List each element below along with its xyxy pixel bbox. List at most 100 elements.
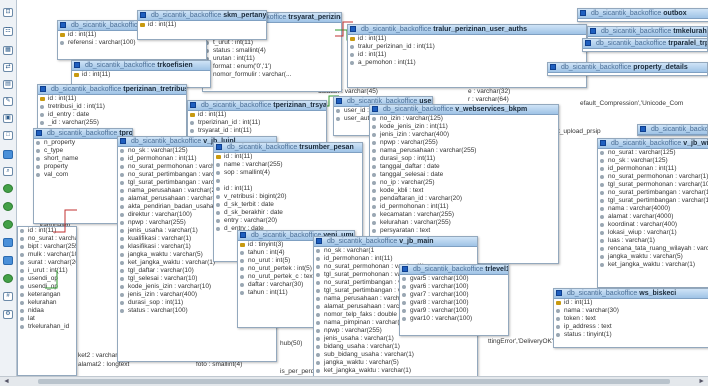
column-row[interactable]: sub_bidang_usaha : varchar(1)	[314, 351, 477, 359]
column-row[interactable]: ket_jangka_waktu : varchar(1)	[598, 261, 708, 269]
column-row[interactable]: no_sk : varchar(1	[314, 247, 477, 255]
column-row[interactable]: v_retribusi : bigint(20)	[214, 193, 362, 201]
table-select-icon[interactable]	[372, 106, 378, 112]
column-row[interactable]: usendi_op	[18, 275, 76, 283]
table-select-icon[interactable]	[216, 144, 222, 150]
table-select-icon[interactable]	[585, 40, 591, 46]
table-select-icon[interactable]	[60, 22, 66, 28]
table-header[interactable]: db_sicantik_backoffice outbox	[578, 9, 708, 19]
column-row[interactable]: id : int(11)	[214, 153, 362, 161]
table-header[interactable]: db_sicantik_backoffice v_jb_main	[314, 237, 477, 247]
column-row[interactable]: mulk : varchar(10)	[18, 251, 76, 259]
shape-icon[interactable]: □	[3, 131, 13, 140]
table-v-jb-wiwp[interactable]: db_sicantik_backoffice v_jb_wiwpno_surat…	[597, 138, 708, 288]
table-skm-pertanyaan[interactable]: db_sicantik_backoffice skm_pertanyaanid …	[137, 10, 267, 40]
column-row[interactable]: jenis_usaha : varchar(1)	[314, 335, 477, 343]
column-row[interactable]: jangka_waktu : varchar(5)	[314, 359, 477, 367]
table-header[interactable]: db_sicantik_backoffice tperizinan_trsyar…	[188, 101, 326, 111]
table-ws-biskeci[interactable]: db_sicantik_backoffice ws_biskeci id : in…	[553, 288, 708, 348]
column-row[interactable]: persyaratan : text	[370, 227, 558, 235]
column-row[interactable]: no_izin : varchar(125)	[370, 115, 558, 123]
column-row[interactable]: nidaa	[18, 307, 76, 315]
column-row[interactable]: bidang_usaha : varchar(1)	[314, 343, 477, 351]
column-row[interactable]: tralur_perizinan_id : int(11)	[348, 43, 586, 51]
table-header[interactable]: db_sicantik_backoffice tralur_perizinan_…	[348, 25, 586, 35]
column-row[interactable]: alamat : varchar(4000)	[598, 213, 708, 221]
zoom-icon[interactable]: ⌕	[3, 167, 13, 176]
table-header[interactable]: db_sicantik_backoffice trkoefisien	[72, 61, 210, 71]
column-row[interactable]: jenis_izin : varchar(400)	[370, 131, 558, 139]
table-select-icon[interactable]	[350, 26, 356, 32]
column-row[interactable]: gvar10 : varchar(100)	[400, 315, 508, 323]
column-row[interactable]: tgl_surat_permohonan : varchar(10)	[598, 181, 708, 189]
column-row[interactable]: no_surat : varchar(125)	[598, 149, 708, 157]
table-header[interactable]: db_sicantik_backoffice trlevel1	[400, 265, 508, 275]
column-row[interactable]: lat	[18, 315, 76, 323]
table-select-icon[interactable]	[316, 238, 322, 244]
column-row[interactable]: kode_kbli : text	[370, 187, 558, 195]
column-row[interactable]: name : varchar(255)	[214, 161, 362, 169]
table-select-icon[interactable]	[140, 12, 146, 18]
column-row[interactable]: status : smallint(4)	[203, 47, 341, 55]
column-row[interactable]: no_surat_permohonan : varchar(1)	[598, 173, 708, 181]
validate-icon[interactable]	[3, 274, 13, 283]
column-row[interactable]: ket_jangka_waktu : varchar(1)	[314, 367, 477, 375]
column-row[interactable]: usendi_op	[18, 283, 76, 291]
table-select-icon[interactable]	[580, 10, 586, 16]
column-row[interactable]: no_surat_pertimbangan : varchar(1)	[598, 189, 708, 197]
column-row[interactable]: id : int(11)	[348, 51, 586, 59]
table-header[interactable]: db_sicantik_backoffice skm_pertanyaan	[138, 11, 266, 21]
table-select-icon[interactable]	[40, 86, 46, 92]
table-select-icon[interactable]	[74, 62, 80, 68]
column-row[interactable]: kelurahan	[18, 299, 76, 307]
table-select-icon[interactable]	[550, 64, 556, 70]
table-select-icon[interactable]	[36, 130, 42, 136]
column-row[interactable]: koordinat : varchar(400)	[598, 221, 708, 229]
layout-icon[interactable]: ☷	[3, 27, 13, 36]
diagram-canvas[interactable]: db_sicantik_backoffice trsyarat_perizina…	[17, 0, 708, 376]
column-row[interactable]: status : tinyint(1)	[554, 331, 708, 339]
table-select-icon[interactable]	[190, 102, 196, 108]
column-row[interactable]: sop : smallint(4)	[214, 169, 362, 177]
scroll-thumb[interactable]	[38, 379, 670, 384]
column-row[interactable]: no_sk : varchar(125)	[598, 157, 708, 165]
settings-icon[interactable]: ⚙	[3, 310, 13, 319]
table-left-fragment[interactable]: id : int(11)no_surat : varchar(50)bipt :…	[17, 226, 77, 376]
table-select-icon[interactable]	[640, 126, 646, 132]
column-row[interactable]: jangka_waktu : varchar(5)	[598, 253, 708, 261]
column-row[interactable]: luas : varchar(1)	[598, 237, 708, 245]
column-row[interactable]: tanggal_selesai : date	[370, 171, 558, 179]
column-row[interactable]: nama_perusahaan : varchar(255)	[370, 147, 558, 155]
table-header[interactable]: db_sicantik_backoffice v_jb_wiwp	[598, 139, 708, 149]
sync-icon[interactable]	[3, 220, 13, 229]
column-row[interactable]: id_permohonan : int(11)	[370, 203, 558, 211]
table-trsektor[interactable]: db_sicantik_backoffice trsektor	[637, 124, 708, 136]
column-row[interactable]: surat : varchar(20)	[18, 259, 76, 267]
column-row[interactable]: trsyarat_id : int(11)	[188, 127, 326, 135]
table-trparalel-trperizinan[interactable]: db_sicantik_backoffice trparalel_trperiz…	[582, 38, 708, 52]
column-row[interactable]: nama : varchar(4000)	[598, 205, 708, 213]
column-row[interactable]: id : int(11)	[18, 227, 76, 235]
table-header[interactable]: db_sicantik_backoffice tperizinan_tretri…	[38, 85, 186, 95]
column-row[interactable]: durasi_sop : int(11)	[370, 155, 558, 163]
note-icon[interactable]: ✎	[3, 97, 13, 106]
refresh-icon[interactable]	[3, 202, 13, 211]
column-row[interactable]: kelurahan : varchar(255)	[370, 219, 558, 227]
table-select-icon[interactable]	[120, 138, 126, 144]
relation-icon[interactable]: ⇄	[3, 63, 13, 72]
column-row[interactable]: format : enum('0','1')	[203, 63, 341, 71]
column-row[interactable]: entry : varchar(20)	[214, 217, 362, 225]
column-row[interactable]: id : int(11)	[38, 95, 186, 103]
table-select-icon[interactable]	[600, 140, 606, 146]
column-row[interactable]: _id : varchar(255)	[38, 119, 186, 127]
table-header[interactable]: db_sicantik_backoffice v_webservices_bkp…	[370, 105, 558, 115]
column-row[interactable]: kode_jenis_izin : int(11)	[370, 123, 558, 131]
table-property-details[interactable]: db_sicantik_backoffice property_details	[547, 62, 708, 76]
column-row[interactable]: id : int(11)	[138, 21, 266, 29]
column-row[interactable]: d_sk_terbit : date	[214, 201, 362, 209]
column-row[interactable]: no_surat : varchar(50)	[18, 235, 76, 243]
table-select-icon[interactable]	[402, 266, 408, 272]
column-row[interactable]: gvar6 : varchar(100)	[400, 283, 508, 291]
column-row[interactable]: bipt : varchar(255)	[18, 243, 76, 251]
column-row[interactable]: trkelurahan_id	[18, 323, 76, 331]
